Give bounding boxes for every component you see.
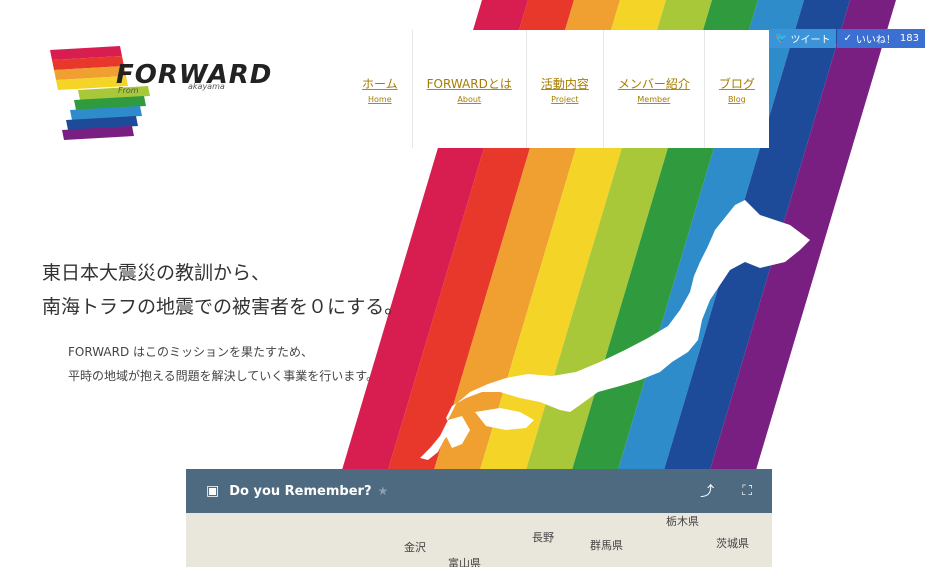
social-buttons: 🐦 ツイート ✓ いいね！ 183	[769, 29, 925, 48]
logo-wakayama-rainbow-icon[interactable]	[44, 42, 259, 152]
hero-subtext: FORWARD はこのミッションを果たすため、 平時の地域が抱える問題を解決して…	[68, 340, 378, 388]
nav-project-label: 活動内容	[540, 76, 589, 91]
nav-blog-label: ブログ	[718, 76, 755, 91]
logo-place-text: akayama	[188, 82, 225, 91]
checkmark-icon: ✓	[843, 33, 852, 44]
nav-about-label: FORWARDとは	[426, 76, 512, 91]
like-count: 183	[899, 33, 919, 44]
nav-blog-sublabel: Blog	[728, 94, 746, 104]
fullscreen-icon[interactable]: ⛶	[742, 483, 752, 499]
share-icon[interactable]: ⤴	[700, 481, 714, 501]
like-button[interactable]: ✓ いいね！ 183	[837, 29, 925, 48]
hero-subtext-line2: 平時の地域が抱える問題を解決していく事業を行います。	[68, 369, 379, 383]
map-label-ibaraki: 茨城県	[716, 537, 749, 550]
star-icon[interactable]: ★	[377, 484, 388, 498]
embedded-map[interactable]: ▣ Do you Remember? ★ ⤴ ⛶ 金沢 長野 群馬県 栃木県 茨…	[186, 469, 772, 567]
hero-subtext-line1: FORWARD はこのミッションを果たすため、	[68, 345, 314, 359]
tweet-button[interactable]: 🐦 ツイート	[769, 29, 837, 48]
nav-project[interactable]: 活動内容 Project	[525, 30, 603, 148]
map-label-tochigi: 栃木県	[666, 515, 699, 528]
twitter-bird-icon: 🐦	[775, 33, 788, 44]
nav-home-sublabel: Home	[368, 94, 392, 104]
map-label-gunma: 群馬県	[590, 539, 623, 552]
hero-headline-line1: 東日本大震災の教訓から、	[42, 262, 271, 284]
like-label: いいね！	[855, 35, 896, 46]
map-canvas[interactable]: 金沢 長野 群馬県 栃木県 茨城県 富山県	[186, 513, 772, 567]
map-legend-toggle-icon[interactable]: ▣	[206, 483, 219, 499]
logo-from-text: From	[118, 86, 139, 95]
nav-member-sublabel: Member	[637, 94, 671, 104]
map-label-nagano: 長野	[532, 531, 554, 544]
nav-member[interactable]: メンバー紹介 Member	[602, 30, 704, 148]
site-header: FORWARD From akayama ホーム Home FORWARDとは …	[0, 0, 940, 150]
nav-blog[interactable]: ブログ Blog	[703, 30, 769, 148]
nav-home[interactable]: ホーム Home	[348, 30, 412, 148]
nav-about-sublabel: About	[457, 94, 482, 104]
nav-home-label: ホーム	[362, 76, 398, 91]
hero-headline-line2: 南海トラフの地震での被害者を０にする。	[42, 296, 404, 318]
map-title: Do you Remember?	[229, 483, 372, 499]
map-toolbar: ▣ Do you Remember? ★ ⤴ ⛶	[186, 469, 772, 513]
main-nav: ホーム Home FORWARDとは About 活動内容 Project メン…	[348, 30, 769, 148]
map-label-toyama: 富山県	[448, 557, 481, 567]
map-label-kanazawa: 金沢	[404, 541, 426, 554]
nav-about[interactable]: FORWARDとは About	[411, 30, 526, 148]
nav-member-label: メンバー紹介	[617, 76, 690, 91]
tweet-label: ツイート	[790, 35, 831, 46]
hero-headline: 東日本大震災の教訓から、 南海トラフの地震での被害者を０にする。	[42, 256, 403, 324]
nav-project-sublabel: Project	[551, 94, 579, 104]
